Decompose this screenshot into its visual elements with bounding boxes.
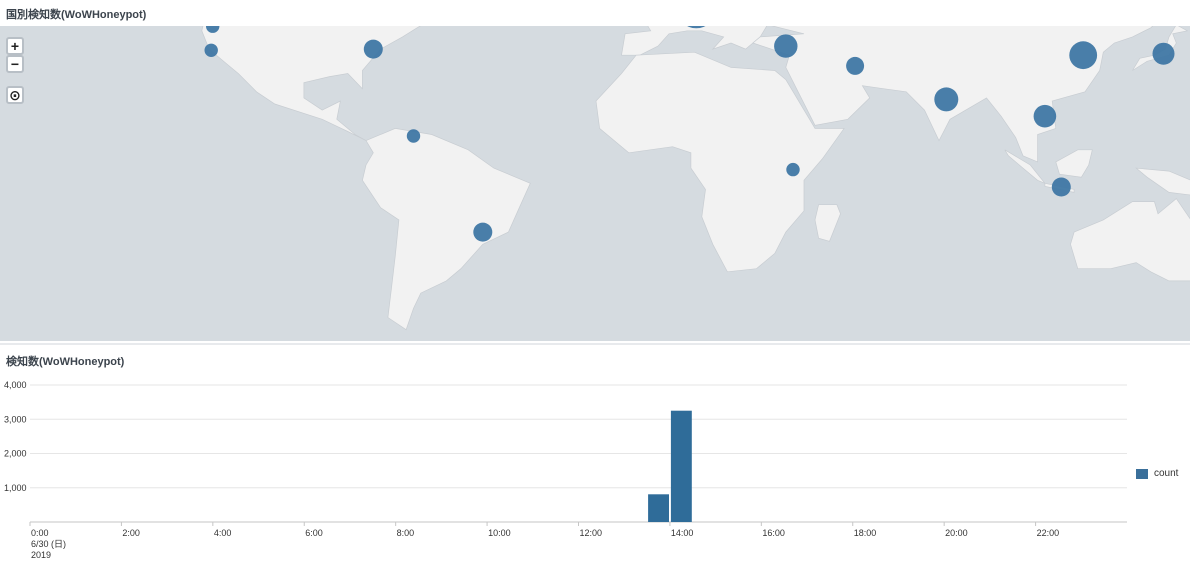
y-tick-label: 3,000 bbox=[4, 414, 27, 424]
x-tick-label: 4:00 bbox=[214, 528, 232, 538]
x-tick-label: 6:00 bbox=[305, 528, 323, 538]
land-shape bbox=[362, 128, 531, 331]
x-date-label: 6/30 (日) bbox=[31, 539, 66, 549]
map-canvas[interactable] bbox=[0, 26, 1190, 341]
x-tick-label: 20:00 bbox=[945, 528, 968, 538]
x-tick-label: 10:00 bbox=[488, 528, 511, 538]
bar-count[interactable] bbox=[670, 410, 692, 522]
y-tick-label: 4,000 bbox=[4, 380, 27, 390]
y-tick-label: 2,000 bbox=[4, 449, 27, 459]
country-bubble[interactable] bbox=[473, 222, 493, 242]
x-tick-label: 2:00 bbox=[122, 528, 140, 538]
x-tick-label: 16:00 bbox=[762, 528, 785, 538]
country-bubble[interactable] bbox=[934, 87, 959, 112]
detections-chart: 1,000 2,000 3,000 4,000 0:00 2:00 4:00 6:00 8:00… bbox=[0, 370, 1200, 569]
country-bubble[interactable] bbox=[1069, 41, 1098, 70]
x-tick-label: 0:00 bbox=[31, 528, 49, 538]
land-shape bbox=[1070, 198, 1190, 282]
chart-panel-title: 検知数(WoWHoneypot) bbox=[6, 356, 125, 368]
zoom-out-button[interactable]: − bbox=[6, 55, 24, 73]
panel-divider bbox=[0, 343, 1190, 345]
land-shape bbox=[1135, 167, 1190, 196]
country-bubble[interactable] bbox=[1051, 177, 1071, 197]
country-bubble[interactable] bbox=[406, 129, 421, 143]
land-shape bbox=[814, 204, 841, 242]
bar-count[interactable] bbox=[648, 494, 669, 522]
x-tick-label: 18:00 bbox=[854, 528, 877, 538]
country-bubble[interactable] bbox=[1033, 104, 1057, 128]
chart-legend[interactable]: count bbox=[1136, 468, 1178, 479]
y-tick-label: 1,000 bbox=[4, 483, 27, 493]
locate-icon[interactable]: ⊙ bbox=[6, 86, 24, 104]
country-bubble[interactable] bbox=[204, 43, 218, 57]
world-map[interactable] bbox=[0, 26, 1190, 341]
x-year-label: 2019 bbox=[31, 550, 51, 560]
x-tick-label: 14:00 bbox=[671, 528, 694, 538]
x-tick-label: 22:00 bbox=[1037, 528, 1060, 538]
legend-swatch bbox=[1136, 468, 1148, 479]
country-bubble[interactable] bbox=[846, 56, 865, 75]
chart-canvas: 1,000 2,000 3,000 4,000 0:00 2:00 4:00 6:00 8:00… bbox=[4, 380, 1127, 560]
x-tick-label: 12:00 bbox=[580, 528, 603, 538]
country-bubble[interactable] bbox=[786, 162, 800, 177]
country-bubble[interactable] bbox=[363, 39, 383, 59]
country-bubble[interactable] bbox=[1152, 42, 1175, 65]
x-tick-label: 8:00 bbox=[397, 528, 415, 538]
country-bubble[interactable] bbox=[774, 34, 798, 58]
map-panel-title: 国別検知数(WoWHoneypot) bbox=[6, 9, 147, 21]
zoom-in-button[interactable]: + bbox=[6, 37, 24, 55]
legend-label: count bbox=[1154, 468, 1179, 479]
land-shape bbox=[201, 26, 421, 141]
land-shape bbox=[1055, 149, 1093, 178]
